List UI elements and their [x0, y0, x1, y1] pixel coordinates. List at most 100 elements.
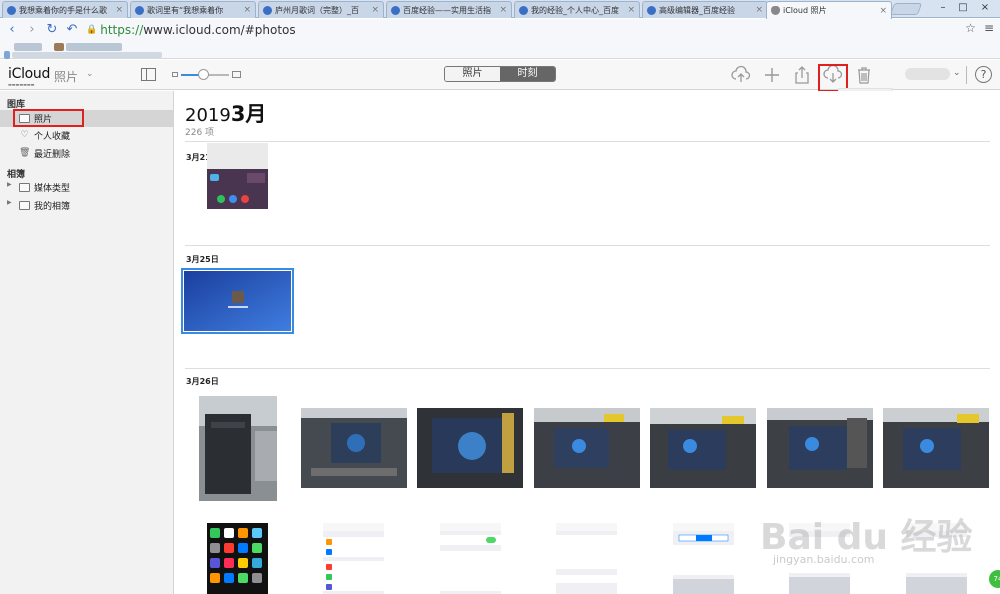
url-field[interactable]: https://www.icloud.com/#photos	[100, 23, 295, 37]
help-icon[interactable]: ?	[975, 66, 992, 83]
segment-moments[interactable]: 时刻	[500, 67, 555, 81]
browser-tab[interactable]: 百度经验——实用生活指 ×	[386, 1, 512, 18]
browser-tab-active[interactable]: iCloud 照片 ×	[766, 1, 892, 19]
sidebar-item-label: 媒体类型	[34, 184, 71, 194]
chevron-down-icon[interactable]: ⌄	[953, 68, 961, 78]
zoom-slider-knob[interactable]	[198, 69, 209, 80]
tab-label: iCloud 照片	[783, 6, 827, 15]
close-icon[interactable]: ×	[755, 5, 763, 15]
toolbar-divider	[966, 66, 967, 84]
selection-highlight-box	[13, 109, 84, 127]
baidu-paw-icon	[263, 5, 272, 15]
title-month: 3月	[230, 102, 267, 126]
icloud-logo[interactable]: iCloud	[8, 66, 50, 82]
minimize-button[interactable]: –	[936, 2, 950, 14]
reload-icon[interactable]: ↻	[44, 22, 60, 38]
window-close-button[interactable]: ×	[978, 2, 992, 14]
new-tab-button[interactable]	[889, 3, 923, 15]
address-bar: ‹ › ↻ ↶ 🔒 https://www.icloud.com/#photos…	[0, 19, 1000, 40]
photo-thumbnail[interactable]	[417, 408, 523, 488]
folder-icon	[19, 183, 30, 192]
apple-icon	[771, 6, 780, 15]
sidebar-item-label: 最近删除	[34, 150, 71, 160]
tab-label: 我想乘着你的手是什么歌	[19, 5, 107, 15]
back-icon[interactable]: ‹	[4, 22, 20, 38]
section-divider	[185, 245, 990, 246]
star-icon[interactable]: ☆	[965, 21, 976, 35]
sidebar-item-recently-deleted[interactable]: 🗑 最近删除	[0, 145, 173, 162]
account-name[interactable]	[905, 68, 950, 80]
app-toolbar: iCloud 照片 ⌄ ▬▬▬▬▬▬▬ 照片 时刻	[0, 60, 1000, 90]
view-segmented-control: 照片 时刻	[444, 66, 556, 82]
sidebar-item-my-albums[interactable]: 我的相簿	[0, 197, 173, 214]
close-icon[interactable]: ×	[371, 5, 379, 15]
tab-label: 歌词里有“我想乘着你	[147, 5, 224, 15]
bookmark-item[interactable]	[12, 52, 162, 58]
sidebar-item-favorites[interactable]: ♡ 个人收藏	[0, 127, 173, 144]
photo-thumbnail[interactable]	[440, 523, 501, 594]
photo-thumbnail[interactable]	[767, 408, 873, 488]
close-icon[interactable]: ×	[627, 5, 635, 15]
tab-label: 高级编辑器_百度经验	[659, 5, 735, 15]
browser-tab[interactable]: 我的经验_个人中心_百度 ×	[514, 1, 640, 18]
url-scheme: https://	[100, 22, 144, 37]
baidu-paw-icon	[647, 5, 656, 15]
chevron-down-icon[interactable]: ⌄	[86, 69, 94, 79]
browser-tab[interactable]: 高级编辑器_百度经验 ×	[642, 1, 768, 18]
lock-icon: 🔒	[86, 24, 98, 35]
share-icon[interactable]	[792, 65, 812, 85]
moment-date: 3月25日	[186, 255, 219, 264]
moment-date: 3月26日	[186, 377, 219, 386]
photo-thumbnail[interactable]	[301, 408, 407, 488]
baidu-paw-icon	[519, 5, 528, 15]
undo-icon[interactable]: ↶	[64, 22, 80, 38]
app-switcher[interactable]: 照片	[54, 68, 78, 85]
browser-tab-strip: 我想乘着你的手是什么歌 × 歌词里有“我想乘着你 × 庐州月歌词（完整）_百 ×…	[0, 0, 1000, 19]
section-divider	[185, 141, 990, 142]
title-year: 2019	[185, 105, 231, 126]
photo-thumbnail[interactable]	[556, 523, 617, 594]
tab-label: 我的经验_个人中心_百度	[531, 5, 619, 15]
sidebar: 图库 照片 ♡ 个人收藏 🗑 最近删除 相簿 ▶ 媒体类型 ▶ 我的相簿	[0, 91, 174, 594]
baidu-paw-icon	[135, 5, 144, 15]
section-divider	[185, 368, 990, 369]
photo-thumbnail[interactable]	[207, 143, 268, 209]
photo-thumbnail-selected[interactable]	[181, 268, 294, 334]
photo-thumbnail[interactable]	[323, 523, 384, 594]
close-icon[interactable]: ×	[499, 5, 507, 15]
forward-icon[interactable]: ›	[24, 22, 40, 38]
photo-thumbnail[interactable]	[883, 408, 989, 488]
trash-icon: 🗑	[19, 148, 31, 158]
photo-thumbnail[interactable]	[534, 408, 640, 488]
page-title: 20193月	[185, 98, 266, 128]
bookmark-item[interactable]	[4, 51, 10, 59]
close-icon[interactable]: ×	[243, 5, 251, 15]
sidebar-toggle-icon[interactable]	[141, 68, 156, 81]
trash-icon[interactable]	[854, 65, 874, 85]
tab-label: 百度经验——实用生活指	[403, 5, 491, 15]
segment-photos[interactable]: 照片	[445, 67, 500, 81]
add-icon[interactable]	[762, 65, 782, 85]
maximize-button[interactable]: □	[956, 2, 970, 14]
sidebar-item-label: 我的相簿	[34, 202, 71, 212]
browser-tab[interactable]: 庐州月歌词（完整）_百 ×	[258, 1, 384, 18]
bookmark-item[interactable]	[66, 43, 122, 51]
bookmark-item[interactable]	[14, 43, 42, 51]
sidebar-item-media-types[interactable]: 媒体类型	[0, 179, 173, 196]
screen: 我想乘着你的手是什么歌 × 歌词里有“我想乘着你 × 庐州月歌词（完整）_百 ×…	[0, 0, 1000, 594]
upload-icon[interactable]	[731, 65, 751, 85]
bookmark-item[interactable]	[54, 43, 64, 51]
photo-thumbnail[interactable]	[199, 396, 277, 501]
close-icon[interactable]: ×	[115, 5, 123, 15]
photo-thumbnail[interactable]	[673, 523, 734, 594]
browser-tab[interactable]: 我想乘着你的手是什么歌 ×	[2, 1, 128, 18]
browser-tab[interactable]: 歌词里有“我想乘着你 ×	[130, 1, 256, 18]
close-icon[interactable]: ×	[879, 6, 887, 16]
zoom-large-icon	[232, 71, 241, 78]
photo-thumbnail[interactable]	[650, 408, 756, 488]
photo-thumbnail[interactable]	[207, 523, 268, 594]
item-count: 226 项	[185, 128, 215, 138]
heart-icon: ♡	[20, 130, 29, 140]
menu-icon[interactable]: ≡	[984, 21, 994, 35]
brand-subtitle: ▬▬▬▬▬▬▬	[8, 82, 35, 87]
